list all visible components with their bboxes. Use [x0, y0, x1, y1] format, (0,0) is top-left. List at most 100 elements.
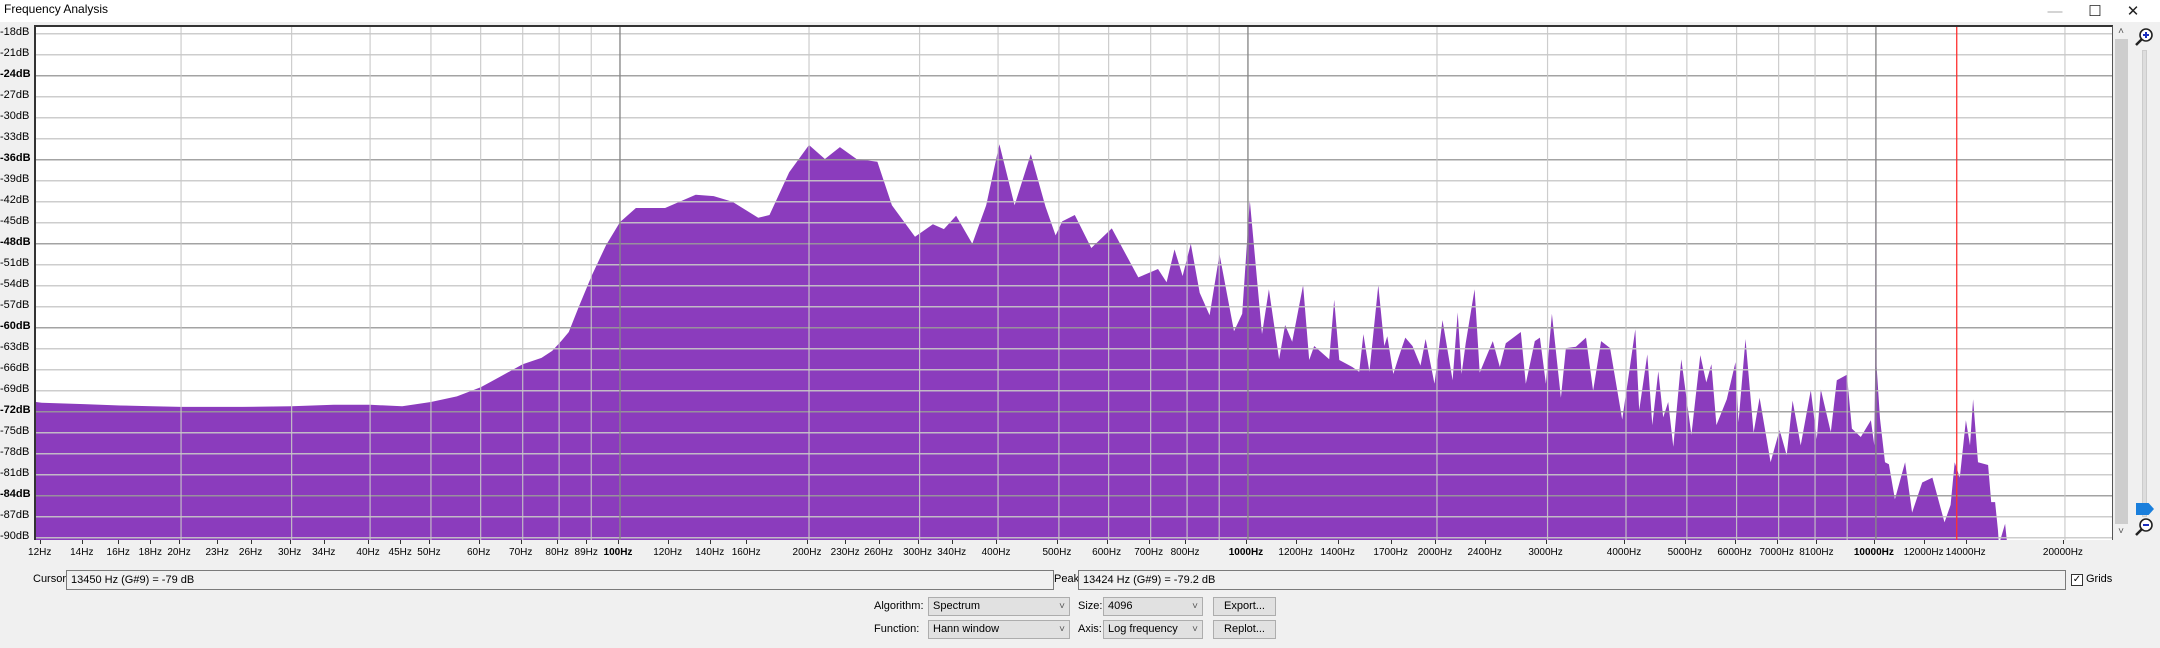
minimize-button[interactable]: —	[2035, 0, 2075, 22]
x-tick-mark	[478, 540, 480, 544]
replot-button[interactable]: Replot...	[1213, 620, 1276, 639]
x-tick-label: 2400Hz	[1467, 547, 1502, 558]
x-tick-mark	[81, 540, 83, 544]
x-tick-label: 89Hz	[574, 547, 598, 558]
y-tick-label: -84dB	[0, 487, 31, 500]
maximize-button[interactable]: ☐	[2075, 0, 2115, 22]
x-tick-mark	[400, 540, 402, 544]
scrollbar-thumb[interactable]	[2115, 39, 2128, 524]
x-tick-label: 6000Hz	[1717, 547, 1752, 558]
x-tick-mark	[1295, 540, 1297, 544]
size-select[interactable]: 4096 ˅	[1103, 597, 1203, 616]
scroll-up-arrow-icon[interactable]: ˄	[2114, 25, 2128, 39]
x-tick-mark	[1734, 540, 1736, 544]
zoom-control	[2132, 25, 2156, 540]
y-tick-label: -60dB	[0, 319, 31, 332]
x-tick-mark	[118, 540, 120, 544]
peak-readout-field[interactable]: 13424 Hz (G#9) = -79.2 dB	[1078, 570, 2066, 590]
x-tick-mark	[1185, 540, 1187, 544]
x-tick-label: 700Hz	[1134, 547, 1164, 558]
x-tick-label: 12Hz	[28, 547, 52, 558]
y-tick-label: -36dB	[0, 151, 31, 164]
x-tick-label: 1000Hz	[1228, 547, 1264, 558]
x-tick-mark	[1873, 540, 1875, 544]
spectrum-plot[interactable]	[34, 25, 2113, 540]
x-tick-mark	[917, 540, 919, 544]
x-tick-mark	[1390, 540, 1392, 544]
x-tick-label: 20000Hz	[2042, 547, 2083, 558]
y-tick-label: -81dB	[0, 466, 30, 479]
x-tick-label: 7000Hz	[1759, 547, 1794, 558]
x-tick-label: 20Hz	[167, 547, 191, 558]
y-tick-label: -63dB	[0, 340, 30, 353]
zoom-in-icon[interactable]	[2134, 27, 2154, 47]
cursor-readout-field[interactable]: 13450 Hz (G#9) = -79 dB	[66, 570, 1054, 590]
axis-select[interactable]: Log frequency ˅	[1103, 620, 1203, 639]
x-tick-mark	[179, 540, 181, 544]
x-tick-mark	[250, 540, 252, 544]
zoom-slider-track[interactable]	[2142, 50, 2147, 517]
algorithm-select[interactable]: Spectrum ˅	[928, 597, 1070, 616]
x-tick-label: 600Hz	[1092, 547, 1122, 558]
y-tick-label: -90dB	[0, 529, 30, 542]
export-button[interactable]: Export...	[1213, 597, 1276, 616]
y-tick-label: -48dB	[0, 235, 31, 248]
close-button[interactable]: ✕	[2113, 0, 2153, 22]
x-tick-mark	[1965, 540, 1967, 544]
y-tick-label: -18dB	[0, 25, 30, 38]
window-title: Frequency Analysis	[4, 2, 109, 16]
size-value: 4096	[1108, 600, 1133, 612]
x-tick-label: 12000Hz	[1903, 547, 1944, 558]
x-tick-mark	[2062, 540, 2064, 544]
y-tick-label: -87dB	[0, 508, 30, 521]
x-tick-label: 500Hz	[1042, 547, 1072, 558]
x-tick-mark	[323, 540, 325, 544]
x-tick-mark	[1776, 540, 1778, 544]
x-tick-mark	[150, 540, 152, 544]
x-tick-mark	[1684, 540, 1686, 544]
x-tick-label: 140Hz	[695, 547, 725, 558]
x-tick-label: 230Hz	[830, 547, 860, 558]
zoom-out-icon[interactable]	[2134, 517, 2154, 537]
chevron-down-icon: ˅	[1059, 624, 1065, 635]
x-tick-label: 4000Hz	[1606, 547, 1642, 558]
zoom-slider-thumb[interactable]	[2136, 503, 2154, 515]
x-tick-label: 26Hz	[238, 547, 263, 558]
chevron-down-icon: ˅	[1059, 601, 1065, 612]
x-tick-label: 18Hz	[138, 547, 162, 558]
x-tick-label: 70Hz	[509, 547, 533, 558]
x-tick-label: 34Hz	[312, 547, 336, 558]
chevron-down-icon: ˅	[1192, 601, 1198, 612]
x-tick-mark	[1148, 540, 1150, 544]
y-tick-label: -78dB	[0, 445, 30, 458]
x-tick-mark	[845, 540, 847, 544]
x-tick-mark	[520, 540, 522, 544]
x-tick-label: 3000Hz	[1528, 547, 1563, 558]
x-tick-mark	[289, 540, 291, 544]
y-tick-label: -21dB	[0, 46, 30, 59]
x-tick-label: 5000Hz	[1667, 547, 1703, 558]
x-tick-label: 160Hz	[731, 547, 761, 558]
x-tick-mark	[1484, 540, 1486, 544]
x-tick-mark	[1816, 540, 1818, 544]
x-tick-mark	[1337, 540, 1339, 544]
x-tick-mark	[1434, 540, 1436, 544]
y-tick-label: -66dB	[0, 361, 30, 374]
function-value: Hann window	[933, 623, 1000, 635]
x-tick-label: 30Hz	[277, 547, 302, 558]
scroll-down-arrow-icon[interactable]: ˅	[2114, 525, 2128, 539]
y-tick-label: -72dB	[0, 403, 31, 416]
x-tick-mark	[428, 540, 430, 544]
function-select[interactable]: Hann window ˅	[928, 620, 1070, 639]
x-tick-mark	[1056, 540, 1058, 544]
vertical-scrollbar[interactable]: ˄ ˅	[2114, 25, 2128, 540]
grids-checkbox[interactable]: ✓	[2071, 574, 2083, 586]
x-tick-label: 10000Hz	[1853, 547, 1894, 558]
algorithm-value: Spectrum	[933, 600, 981, 612]
function-label: Function:	[874, 623, 920, 635]
x-tick-label: 800Hz	[1170, 547, 1200, 558]
y-tick-label: -39dB	[0, 172, 30, 185]
algorithm-label: Algorithm:	[874, 600, 924, 612]
x-tick-label: 16Hz	[106, 547, 130, 558]
x-tick-mark	[557, 540, 559, 544]
